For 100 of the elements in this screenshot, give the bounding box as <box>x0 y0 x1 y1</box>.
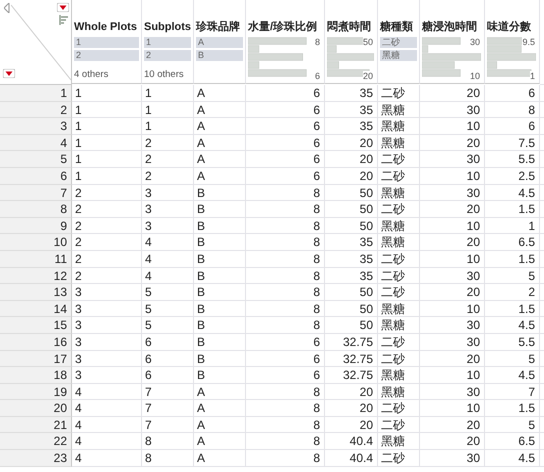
column-header[interactable]: 珍珠品牌 <box>196 19 240 35</box>
row-number[interactable]: 7 <box>0 184 72 202</box>
column-header[interactable]: 水量/珍珠比例 <box>248 19 318 35</box>
table-cell: 8 <box>142 433 194 450</box>
table-cell: 5.5 <box>485 334 540 350</box>
level-bar: 黑糖 <box>380 50 417 61</box>
table-cell: 5 <box>485 416 540 434</box>
column-header[interactable]: 糖種類 <box>380 19 413 35</box>
table-cell: 35 <box>325 85 378 102</box>
table-cell: 7.5 <box>485 134 540 152</box>
table-cell: 二砂 <box>378 168 420 185</box>
table-cell: A <box>194 102 246 118</box>
table-cell: 5 <box>142 284 194 301</box>
collapse-triangle-icon[interactable] <box>4 3 10 13</box>
table-cell: 1 <box>72 102 142 118</box>
histogram-drawing <box>422 37 481 77</box>
table-cell: 1 <box>485 218 540 234</box>
table-cell: 6.5 <box>485 433 540 450</box>
table-cell: 2 <box>485 284 540 301</box>
table-cell: 8 <box>142 450 194 467</box>
row-number[interactable]: 23 <box>0 450 72 467</box>
row-number[interactable]: 8 <box>0 201 72 218</box>
table-cell: 6 <box>246 367 325 384</box>
table-cell: 6 <box>246 102 325 118</box>
level-bar: 1 <box>74 37 139 48</box>
table-cell: B <box>194 334 246 350</box>
table-cell: 1.5 <box>485 400 540 417</box>
level-bar: 2 <box>74 50 139 61</box>
table-cell: 黑糖 <box>378 367 420 384</box>
row-number[interactable]: 14 <box>0 300 72 318</box>
table-cell: 30 <box>420 151 485 168</box>
table-cell: 4 <box>72 400 142 417</box>
table-cell: A <box>194 118 246 135</box>
row-number[interactable]: 18 <box>0 367 72 384</box>
table-cell: 32.75 <box>325 334 378 350</box>
row-number[interactable]: 9 <box>0 218 72 234</box>
table-cell: 5.5 <box>485 151 540 168</box>
table-cell: 黑糖 <box>378 384 420 400</box>
row-number[interactable]: 16 <box>0 334 72 350</box>
row-number[interactable]: 11 <box>0 250 72 268</box>
table-cell: 二砂 <box>378 334 420 350</box>
table-cell: 二砂 <box>378 284 420 301</box>
table-cell: 黑糖 <box>378 218 420 234</box>
table-cell: B <box>194 268 246 284</box>
row-number[interactable]: 17 <box>0 350 72 368</box>
table-cell: 10 <box>420 168 485 185</box>
table-cell: 20 <box>325 151 378 168</box>
row-number[interactable]: 21 <box>0 416 72 434</box>
table-cell: 8 <box>246 384 325 400</box>
column-header[interactable]: Whole Plots <box>74 19 137 35</box>
table-cell: 10 <box>420 367 485 384</box>
table-cell: 8 <box>246 317 325 334</box>
table-cell: A <box>194 450 246 467</box>
row-number[interactable]: 4 <box>0 134 72 152</box>
table-cell: 6 <box>142 350 194 368</box>
column-header[interactable]: 悶煮時間 <box>327 19 371 35</box>
row-number[interactable]: 19 <box>0 384 72 400</box>
table-cell: 黑糖 <box>378 102 420 118</box>
row-number[interactable]: 20 <box>0 400 72 417</box>
row-number[interactable]: 1 <box>0 85 72 102</box>
column-header[interactable]: 糖浸泡時間 <box>422 19 477 35</box>
row-number[interactable]: 3 <box>0 118 72 135</box>
histogram-drawing <box>487 37 536 77</box>
table-cell: 6 <box>142 367 194 384</box>
table-cell: 7 <box>485 384 540 400</box>
row-number[interactable]: 12 <box>0 268 72 284</box>
table-cell: 6 <box>246 168 325 185</box>
table-cell: 3 <box>142 218 194 234</box>
min-value: 10 <box>470 71 480 81</box>
table-cell: 8 <box>485 102 540 118</box>
table-cell: 6 <box>246 151 325 168</box>
row-number[interactable]: 6 <box>0 168 72 185</box>
column-list-icon[interactable] <box>59 15 69 25</box>
table-cell: 20 <box>420 433 485 450</box>
table-cell: 2 <box>142 168 194 185</box>
table-cell: 10 <box>420 218 485 234</box>
table-cell: 二砂 <box>378 85 420 102</box>
table-cell: 20 <box>325 416 378 434</box>
table-cell: 30 <box>420 450 485 467</box>
table-cell: B <box>194 284 246 301</box>
table-cell: 10 <box>420 300 485 318</box>
dropdown-icon[interactable] <box>3 69 15 78</box>
row-number[interactable]: 5 <box>0 151 72 168</box>
row-number[interactable]: 22 <box>0 433 72 450</box>
others-count: 10 others <box>144 69 185 80</box>
column-header[interactable]: 味道分數 <box>487 19 531 35</box>
table-cell: A <box>194 384 246 400</box>
column-header[interactable]: Subplots <box>144 19 192 35</box>
dropdown-icon[interactable] <box>57 3 69 12</box>
table-cell: 35 <box>325 118 378 135</box>
row-number[interactable]: 15 <box>0 317 72 334</box>
table-cell: 二砂 <box>378 250 420 268</box>
table-cell: 35 <box>325 268 378 284</box>
row-number[interactable]: 10 <box>0 234 72 251</box>
row-number[interactable]: 2 <box>0 102 72 118</box>
table-cell: 20 <box>420 234 485 251</box>
table-cell: 2.5 <box>485 168 540 185</box>
table-cell: 1 <box>72 134 142 152</box>
table-cell: 5 <box>142 300 194 318</box>
row-number[interactable]: 13 <box>0 284 72 301</box>
